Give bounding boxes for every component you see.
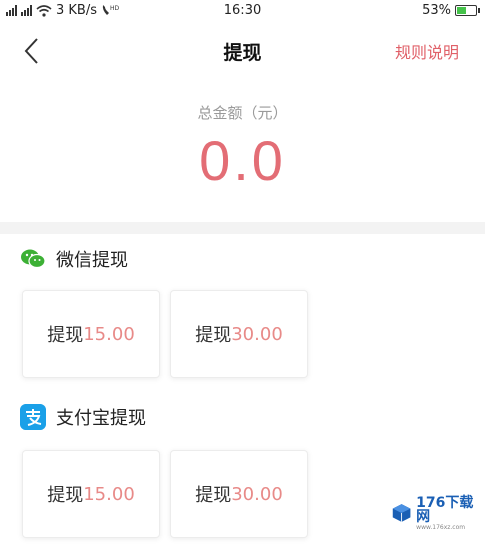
watermark-url: www.176xz.com [416, 523, 466, 531]
wechat-icon [21, 249, 46, 269]
battery-percent: 53% [422, 3, 451, 18]
section-divider [0, 222, 485, 234]
battery-fill [457, 7, 466, 14]
watermark-text: 176下载网 [416, 494, 474, 525]
status-right: 53% [422, 3, 480, 18]
option-label: 提现 [195, 325, 232, 346]
balance-value: 0.0 [199, 129, 286, 192]
option-amount: 15.00 [83, 483, 135, 505]
balance-label: 总金额（元） [197, 104, 288, 122]
cube-logo-icon [392, 504, 411, 522]
alipay-withdraw-15-button[interactable]: 提现 15.00 [22, 450, 160, 538]
wechat-withdraw-15-button[interactable]: 提现 15.00 [22, 290, 160, 378]
alipay-section-header: 支付宝提现 [20, 404, 146, 430]
alipay-section-title: 支付宝提现 [56, 408, 146, 429]
battery-icon [455, 5, 480, 16]
wechat-section-title: 微信提现 [56, 250, 128, 271]
alipay-withdraw-30-button[interactable]: 提现 30.00 [170, 450, 308, 538]
watermark-text-group: 176下载网 www.176xz.com [416, 496, 479, 531]
page-header: 提现 规则说明 [0, 22, 485, 78]
option-amount: 15.00 [83, 323, 135, 345]
wechat-withdraw-30-button[interactable]: 提现 30.00 [170, 290, 308, 378]
option-label: 提现 [47, 485, 84, 506]
alipay-icon [20, 404, 46, 430]
rules-link[interactable]: 规则说明 [395, 39, 459, 63]
wechat-section-header: 微信提现 [20, 246, 128, 272]
status-bar: 3 KB/s HD 16:30 53% [0, 0, 485, 22]
site-watermark: 176下载网 www.176xz.com [391, 496, 479, 531]
status-time: 16:30 [223, 3, 262, 18]
option-amount: 30.00 [231, 483, 283, 505]
option-amount: 30.00 [231, 323, 283, 345]
option-label: 提现 [195, 485, 232, 506]
option-label: 提现 [47, 325, 84, 346]
